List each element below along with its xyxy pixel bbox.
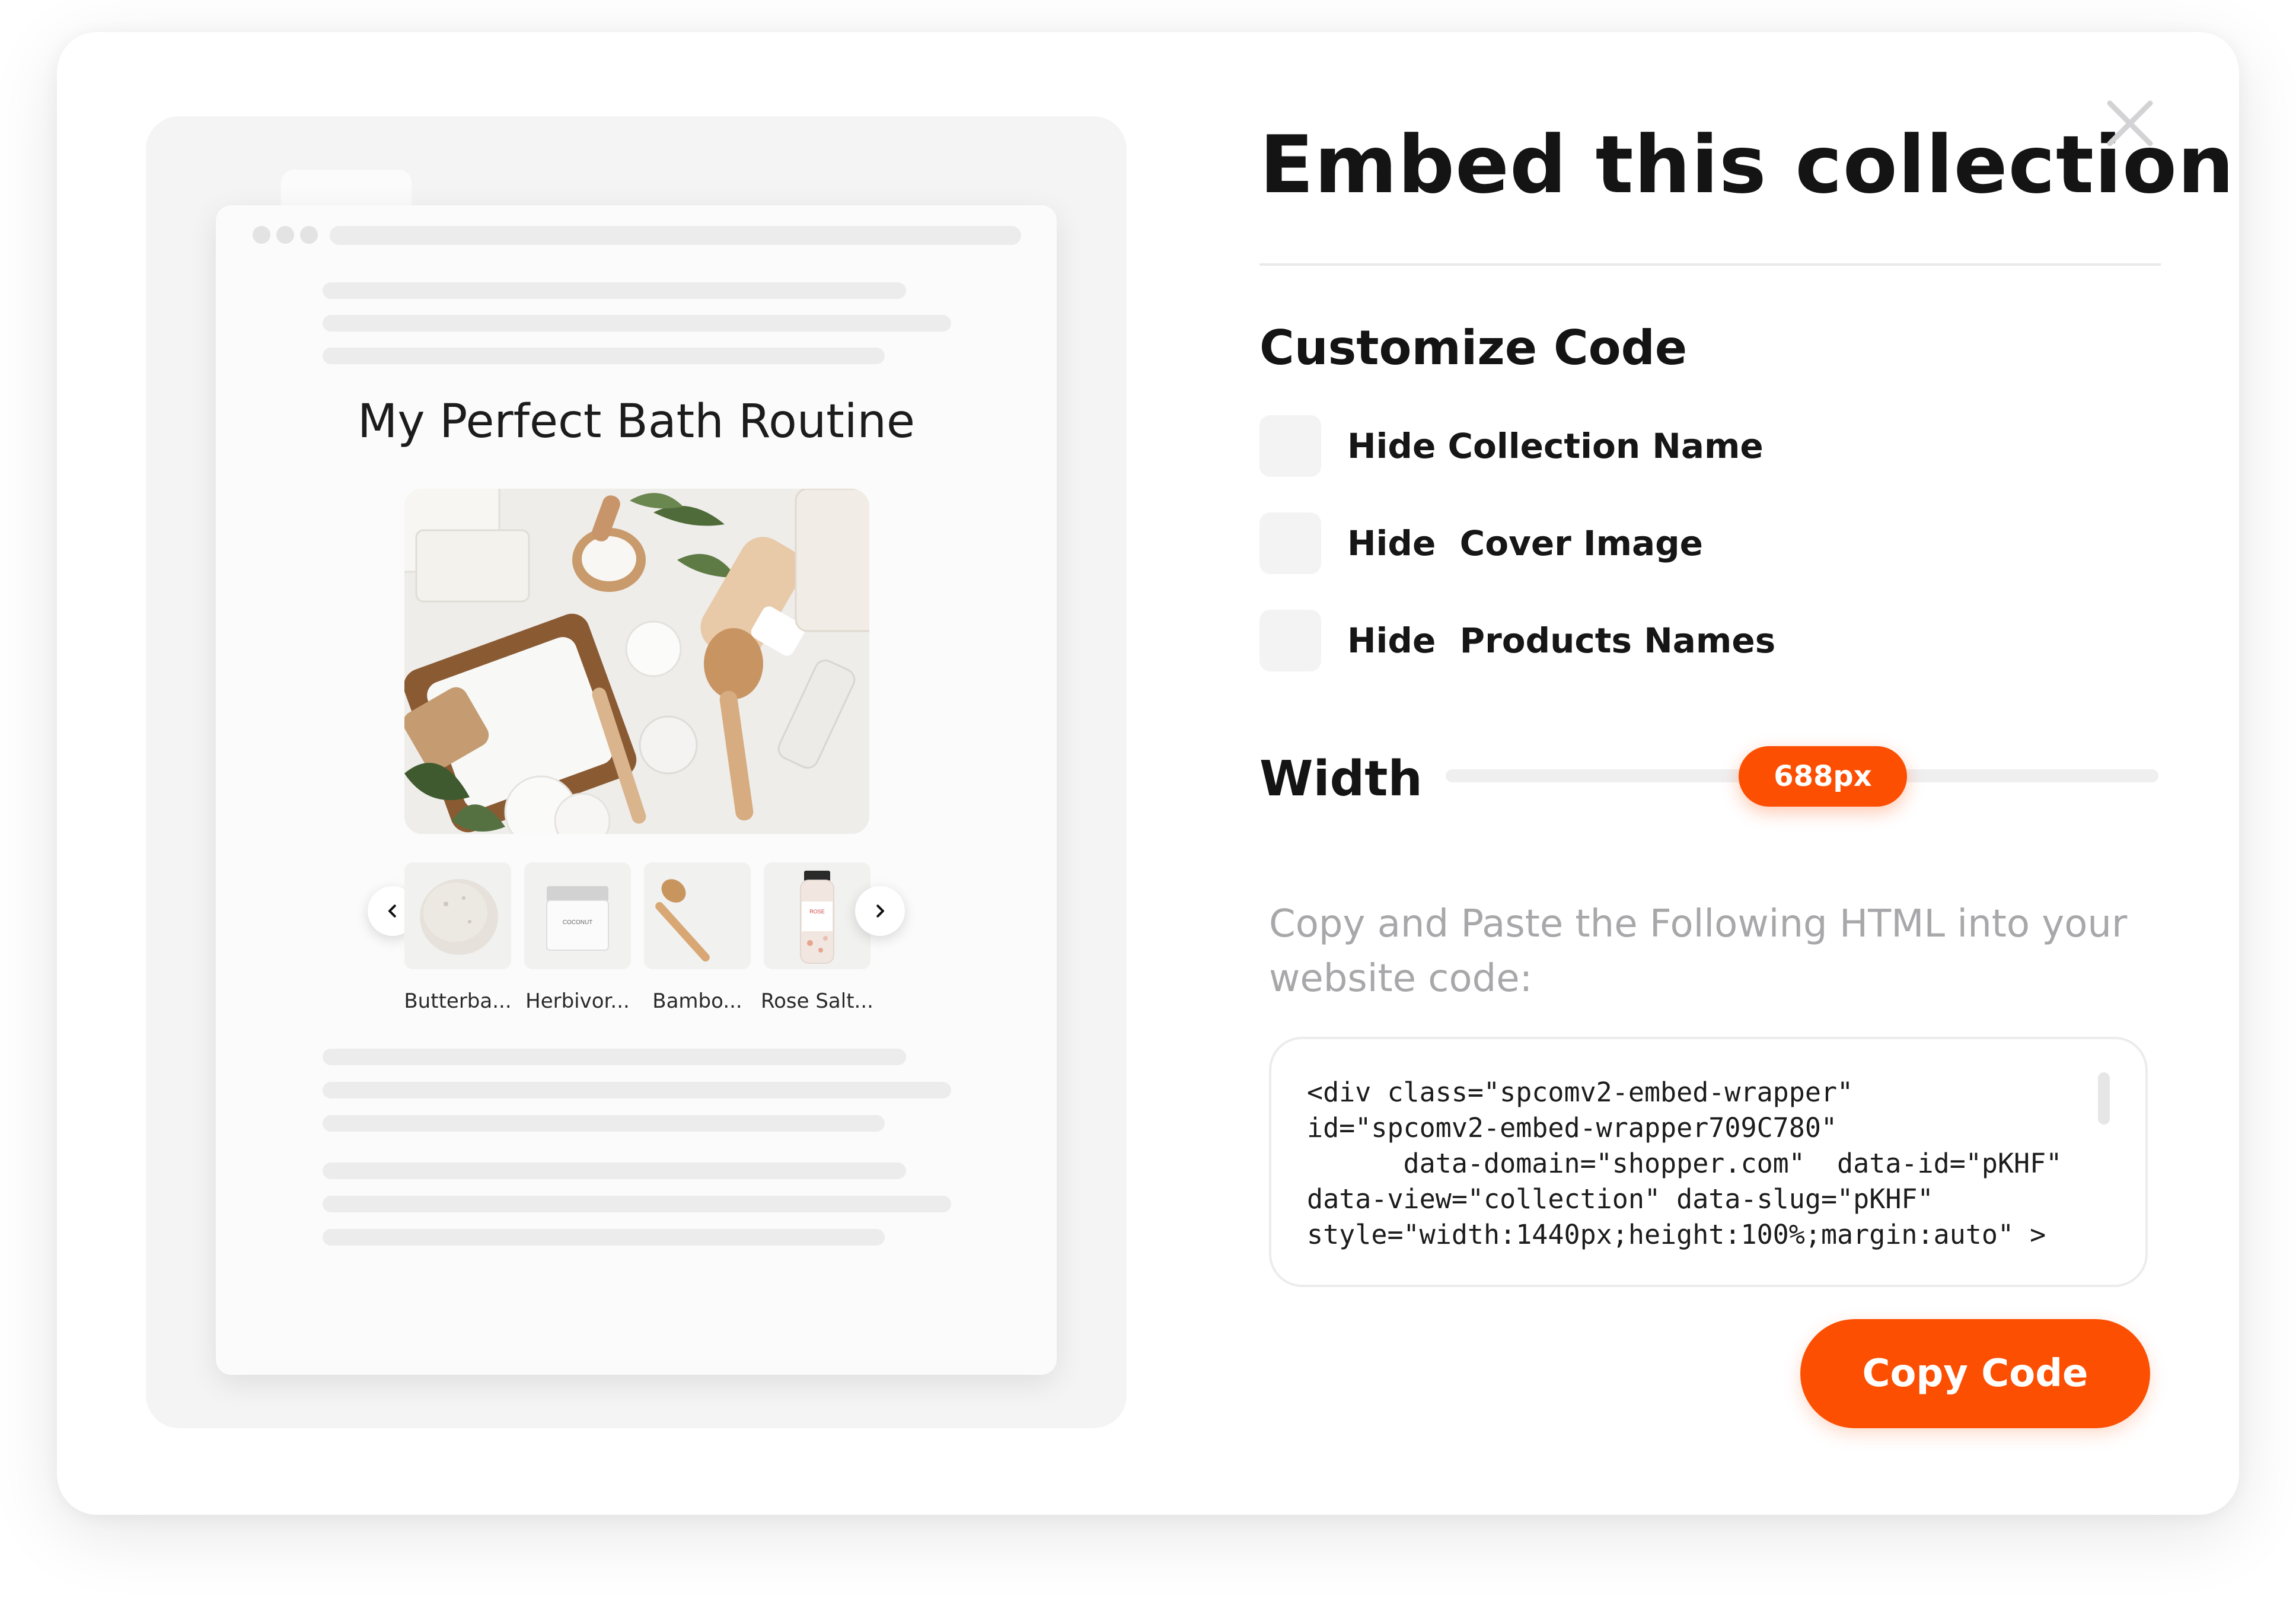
text-placeholder	[323, 1049, 906, 1065]
text-placeholder	[323, 1196, 951, 1212]
divider	[1259, 263, 2161, 266]
product-thumb-bottle[interactable]: ROSE	[764, 862, 870, 969]
option-label: Hide Cover Image	[1347, 523, 1704, 563]
product-name: Butterba...	[404, 989, 512, 1013]
chevron-left-icon	[388, 904, 396, 918]
carousel-next-button[interactable]	[855, 886, 905, 936]
salt-bottle-icon: ROSE	[764, 862, 870, 969]
product-thumb-soap[interactable]	[404, 862, 511, 969]
text-placeholder	[323, 315, 951, 332]
option-hide-products-names[interactable]: Hide Products Names	[1259, 610, 1775, 671]
text-placeholder	[323, 1082, 951, 1098]
checkbox[interactable]	[1259, 512, 1321, 574]
copy-code-button[interactable]: Copy Code	[1800, 1319, 2150, 1428]
bottle-label-text: ROSE	[809, 909, 825, 915]
chevron-right-icon	[876, 904, 884, 918]
product-name: Bambo...	[652, 989, 742, 1013]
collection-title: My Perfect Bath Routine	[358, 395, 915, 448]
code-scrollbar[interactable]	[2098, 1072, 2110, 1125]
option-label: Hide Collection Name	[1347, 426, 1764, 466]
modal-title: Embed this collection	[1259, 119, 2235, 211]
text-placeholder	[323, 348, 885, 364]
close-button[interactable]	[2102, 95, 2158, 152]
text-placeholder	[323, 1163, 906, 1179]
soap-bar-icon	[404, 862, 511, 969]
browser-mockup: My Perfect Bath Routine COCONUT ROSE But…	[216, 205, 1057, 1375]
checkbox[interactable]	[1259, 610, 1321, 671]
text-placeholder	[323, 1229, 885, 1246]
cover-illustration	[404, 489, 869, 834]
product-thumb-brush[interactable]	[644, 862, 751, 969]
option-hide-collection-name[interactable]: Hide Collection Name	[1259, 415, 1764, 477]
jar-label-text: COCONUT	[563, 919, 593, 926]
close-icon	[2107, 100, 2153, 146]
width-label: Width	[1259, 751, 1423, 807]
product-thumb-jar[interactable]: COCONUT	[524, 862, 631, 969]
product-name: Herbivor...	[525, 989, 630, 1013]
bath-brush-icon	[644, 862, 751, 969]
cover-image	[404, 489, 869, 834]
width-slider-thumb[interactable]: 688px	[1739, 746, 1907, 807]
window-dot	[276, 226, 294, 244]
checkbox[interactable]	[1259, 415, 1321, 477]
address-bar-placeholder	[330, 226, 1021, 245]
embed-code[interactable]: <div class="spcomv2-embed-wrapper" id="s…	[1307, 1075, 2062, 1253]
window-dot	[253, 226, 270, 244]
text-placeholder	[323, 282, 906, 299]
text-placeholder	[323, 1115, 885, 1132]
embed-instructions: Copy and Paste the Following HTML into y…	[1269, 902, 2128, 1001]
section-title: Customize Code	[1259, 320, 1688, 375]
product-name: Rose Salt...	[761, 989, 873, 1013]
jar-icon: COCONUT	[524, 862, 631, 969]
embed-code-box[interactable]: <div class="spcomv2-embed-wrapper" id="s…	[1269, 1037, 2148, 1287]
window-dot	[300, 226, 318, 244]
option-hide-cover-image[interactable]: Hide Cover Image	[1259, 512, 1703, 574]
option-label: Hide Products Names	[1347, 620, 1776, 661]
page: My Perfect Bath Routine COCONUT ROSE But…	[0, 0, 2296, 1602]
